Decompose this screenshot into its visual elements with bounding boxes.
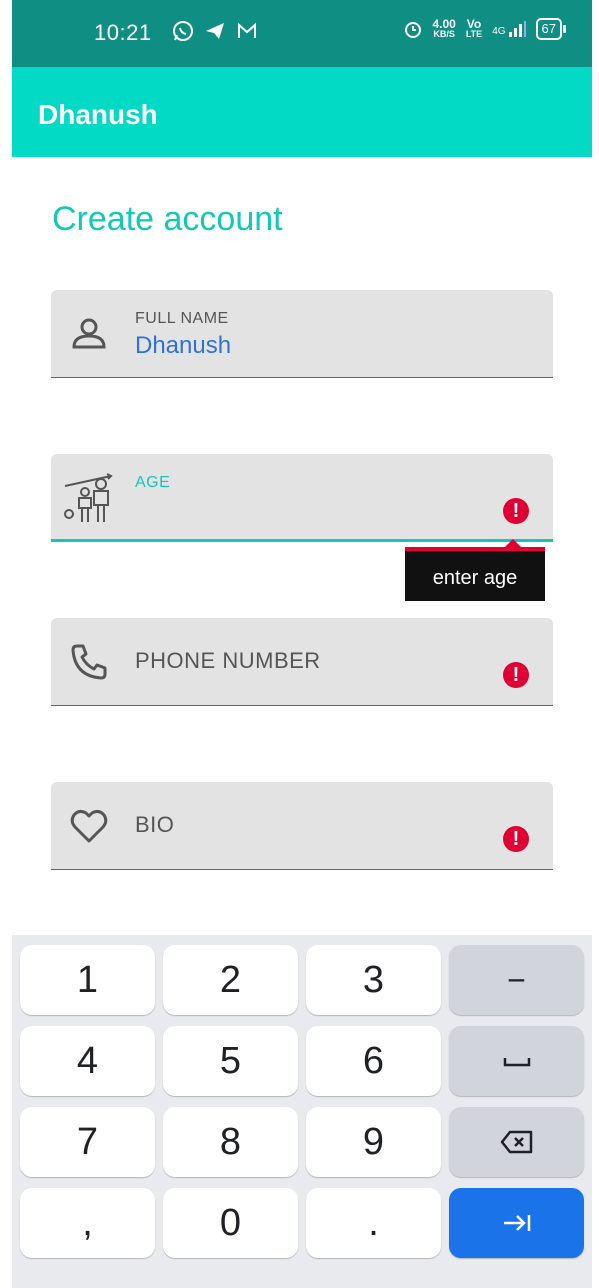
full-name-label: FULL NAME	[135, 310, 229, 327]
key-2-label: 2	[219, 958, 242, 1001]
backspace-icon	[500, 1130, 532, 1154]
key-minus-label: −	[507, 961, 526, 998]
key-next[interactable]	[449, 1188, 584, 1258]
age-icon	[64, 473, 113, 522]
key-4-label: 4	[76, 1039, 99, 1082]
volte-top: Vo	[466, 17, 482, 31]
network-type: 4G	[492, 26, 506, 37]
key-7[interactable]: 7	[20, 1107, 155, 1177]
key-5-label: 5	[219, 1039, 242, 1082]
key-9-label: 9	[362, 1120, 385, 1163]
network-speed: 4.00 KB/S	[432, 17, 456, 39]
key-8[interactable]: 8	[163, 1107, 298, 1177]
person-icon	[72, 318, 106, 349]
key-0-label: 0	[219, 1201, 242, 1244]
key-1-label: 1	[76, 958, 99, 1001]
key-2[interactable]: 2	[163, 945, 298, 1015]
phone-icon	[71, 644, 107, 680]
status-bar: 10:21 4.00 KB/S Vo LTE 4G 67	[12, 0, 592, 67]
volte-bottom: LTE	[465, 29, 483, 39]
phone-number-label: PHONE NUMBER	[135, 648, 321, 673]
app-title: Dhanush	[38, 99, 158, 130]
bio-label: BIO	[135, 812, 175, 837]
error-icon[interactable]: !	[503, 662, 529, 688]
telegram-icon	[206, 23, 224, 39]
numeric-keyboard: 1 2 3 − 4 5 6 7 8 9 , 0 .	[12, 935, 592, 1288]
network-speed-value: 4.00	[432, 17, 456, 31]
key-7-label: 7	[76, 1120, 99, 1163]
key-comma-label: ,	[82, 1201, 93, 1244]
next-field-icon	[503, 1215, 530, 1231]
status-right: 4.00 KB/S Vo LTE 4G 67	[404, 17, 567, 40]
key-backspace[interactable]	[449, 1107, 584, 1177]
key-5[interactable]: 5	[163, 1026, 298, 1096]
volte-indicator: Vo LTE	[465, 17, 483, 39]
key-8-label: 8	[219, 1120, 242, 1163]
age-error-text: enter age	[432, 567, 518, 589]
network-speed-unit: KB/S	[433, 29, 455, 39]
bio-field[interactable]: BIO !	[51, 782, 553, 870]
alarm-icon	[405, 22, 422, 38]
error-icon[interactable]: !	[503, 826, 529, 852]
notification-icons	[172, 20, 258, 42]
age-field[interactable]: AGE !	[51, 454, 553, 542]
page-title: Create account	[52, 200, 283, 238]
gmail-icon	[238, 22, 256, 38]
heart-icon	[70, 809, 108, 843]
key-6-label: 6	[362, 1039, 385, 1082]
full-name-field[interactable]: FULL NAME Dhanush	[51, 290, 553, 378]
age-label: AGE	[135, 474, 171, 491]
key-period[interactable]: .	[306, 1188, 441, 1258]
full-name-value: Dhanush	[135, 332, 232, 359]
space-icon	[503, 1058, 530, 1067]
key-period-label: .	[368, 1201, 379, 1244]
key-0[interactable]: 0	[163, 1188, 298, 1258]
status-time: 10:21	[94, 20, 152, 45]
error-icon[interactable]: !	[503, 498, 529, 524]
key-9[interactable]: 9	[306, 1107, 441, 1177]
key-4[interactable]: 4	[20, 1026, 155, 1096]
key-1[interactable]: 1	[20, 945, 155, 1015]
signal-icon	[508, 21, 526, 37]
key-3-label: 3	[362, 958, 385, 1001]
battery-icon: 67	[535, 18, 567, 40]
key-minus[interactable]: −	[449, 945, 584, 1015]
key-comma[interactable]: ,	[20, 1188, 155, 1258]
key-space[interactable]	[449, 1026, 584, 1096]
age-error-tooltip: enter age	[405, 539, 545, 601]
phone-number-field[interactable]: PHONE NUMBER !	[51, 618, 553, 706]
key-6[interactable]: 6	[306, 1026, 441, 1096]
key-3[interactable]: 3	[306, 945, 441, 1015]
whatsapp-icon	[173, 21, 193, 41]
signal-indicator: 4G	[492, 21, 526, 37]
app-bar: Dhanush	[12, 67, 592, 157]
